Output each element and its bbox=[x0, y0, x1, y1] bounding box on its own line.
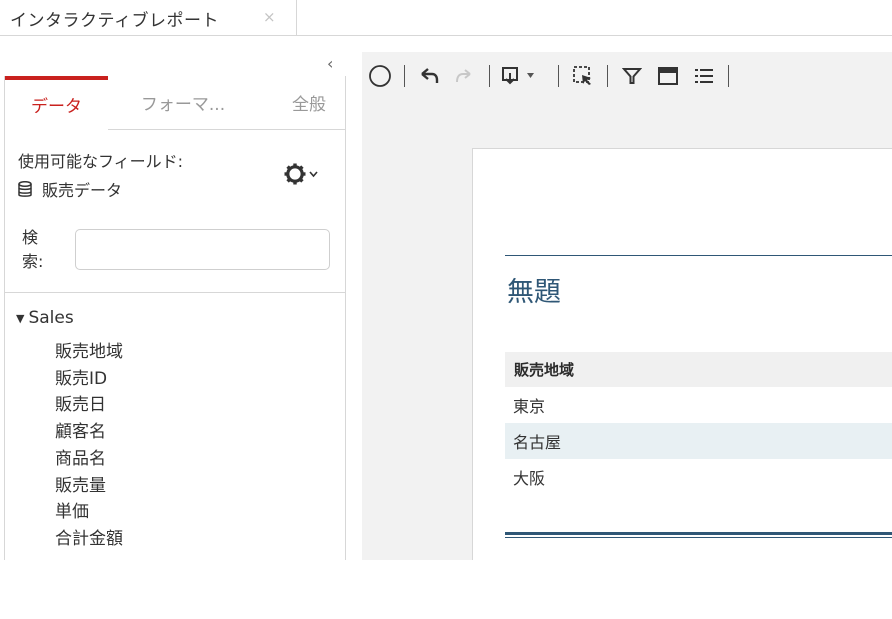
panel-divider bbox=[5, 292, 345, 293]
report-title[interactable]: 無題 bbox=[507, 270, 561, 309]
datasource[interactable]: 販売データ bbox=[18, 177, 122, 201]
field-item[interactable]: 顧客名 bbox=[55, 419, 123, 446]
toolbar bbox=[362, 52, 892, 100]
gear-icon[interactable] bbox=[283, 162, 323, 186]
available-fields-label: 使用可能なフィールド: bbox=[18, 152, 184, 171]
toolbar-separator bbox=[607, 65, 608, 87]
toolbar-separator bbox=[404, 65, 405, 87]
field-panel: データ フォーマ... 全般 使用可能なフィールド: 販売データ 検索: ▼ S… bbox=[4, 76, 346, 560]
table-row[interactable]: 名古屋 bbox=[505, 423, 892, 459]
search-input[interactable] bbox=[75, 229, 330, 270]
field-item[interactable]: 販売日 bbox=[55, 392, 123, 419]
circle-icon[interactable] bbox=[362, 52, 398, 100]
table-header-cell[interactable]: 販売地域 bbox=[505, 352, 892, 387]
field-item[interactable]: 販売地域 bbox=[55, 339, 123, 366]
toolbar-separator bbox=[728, 65, 729, 87]
toolbar-separator bbox=[558, 65, 559, 87]
datasource-name: 販売データ bbox=[42, 181, 123, 200]
field-item[interactable]: 合計金額 bbox=[55, 526, 123, 553]
field-item[interactable]: 商品名 bbox=[55, 446, 123, 473]
tab-general[interactable]: 全般 bbox=[258, 76, 346, 129]
list-icon[interactable] bbox=[686, 52, 722, 100]
document-tab-bar: インタラクティブレポート × bbox=[0, 0, 892, 36]
tab-format[interactable]: フォーマ... bbox=[108, 76, 258, 129]
database-icon bbox=[18, 180, 32, 197]
select-icon[interactable] bbox=[565, 52, 601, 100]
field-item[interactable]: 販売ID bbox=[55, 366, 123, 393]
redo-icon[interactable] bbox=[447, 52, 483, 100]
tree-node-label: Sales bbox=[28, 308, 74, 328]
collapse-panel-icon[interactable]: ‹ bbox=[327, 54, 333, 73]
report-rule-bottom-thin bbox=[505, 537, 892, 538]
field-item[interactable]: 販売量 bbox=[55, 473, 123, 500]
report-table: 販売地域 東京 名古屋 大阪 bbox=[505, 352, 892, 495]
report-rule-top bbox=[505, 255, 892, 256]
document-tab[interactable]: インタラクティブレポート × bbox=[0, 0, 297, 36]
close-icon[interactable]: × bbox=[263, 8, 276, 26]
report-rule-bottom bbox=[505, 532, 892, 535]
table-header-icon[interactable] bbox=[650, 52, 686, 100]
undo-icon[interactable] bbox=[411, 52, 447, 100]
field-item[interactable]: 単価 bbox=[55, 499, 123, 526]
tab-divider bbox=[108, 129, 345, 130]
filter-icon[interactable] bbox=[614, 52, 650, 100]
document-tab-title: インタラクティブレポート bbox=[10, 10, 219, 31]
table-row[interactable]: 東京 bbox=[505, 387, 892, 423]
table-row[interactable]: 大阪 bbox=[505, 459, 892, 495]
tab-data[interactable]: データ bbox=[5, 76, 108, 129]
toolbar-separator bbox=[489, 65, 490, 87]
field-list: 販売地域 販売ID 販売日 顧客名 商品名 販売量 単価 合計金額 bbox=[55, 339, 123, 553]
insert-dropdown-icon[interactable] bbox=[496, 52, 552, 100]
tree-node-sales[interactable]: ▼ Sales bbox=[16, 308, 74, 328]
caret-down-icon[interactable]: ▼ bbox=[16, 312, 24, 325]
search-label: 検索: bbox=[22, 228, 44, 271]
